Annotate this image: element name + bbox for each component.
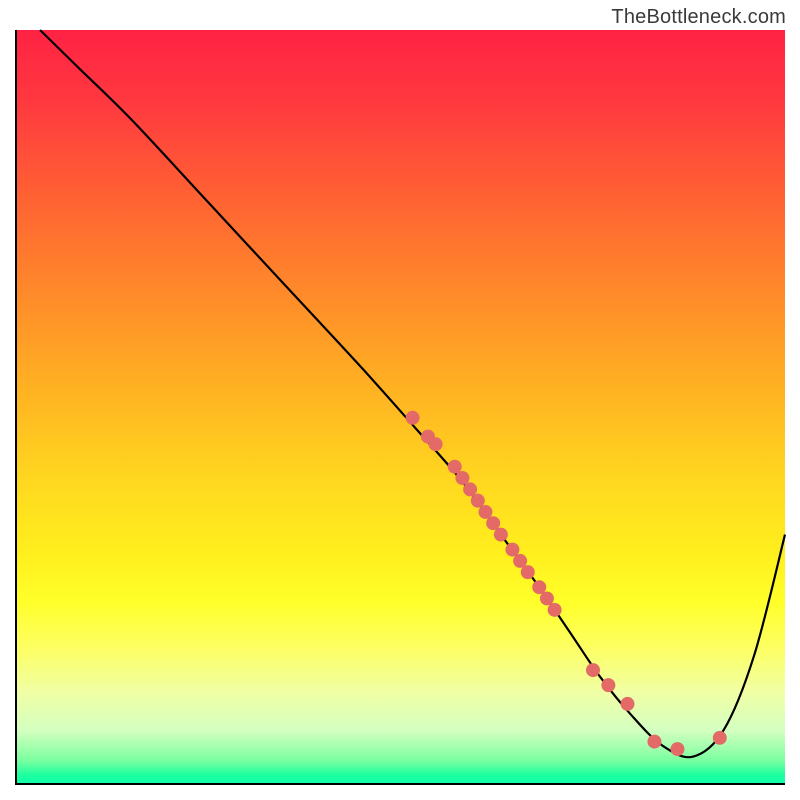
marker-point xyxy=(586,663,600,677)
marker-point xyxy=(455,471,469,485)
marker-point xyxy=(494,528,508,542)
chart-plot-area xyxy=(15,30,785,785)
chart-svg xyxy=(17,30,785,783)
marker-point xyxy=(647,735,661,749)
marker-point xyxy=(521,565,535,579)
marker-point xyxy=(670,742,684,756)
marker-point xyxy=(621,697,635,711)
marker-point xyxy=(713,731,727,745)
marker-point xyxy=(540,592,554,606)
marker-point xyxy=(548,603,562,617)
marker-group xyxy=(406,411,727,756)
marker-point xyxy=(486,516,500,530)
marker-point xyxy=(429,437,443,451)
watermark-text: TheBottleneck.com xyxy=(611,6,786,29)
curve-line xyxy=(40,30,785,757)
marker-point xyxy=(601,678,615,692)
marker-point xyxy=(406,411,420,425)
